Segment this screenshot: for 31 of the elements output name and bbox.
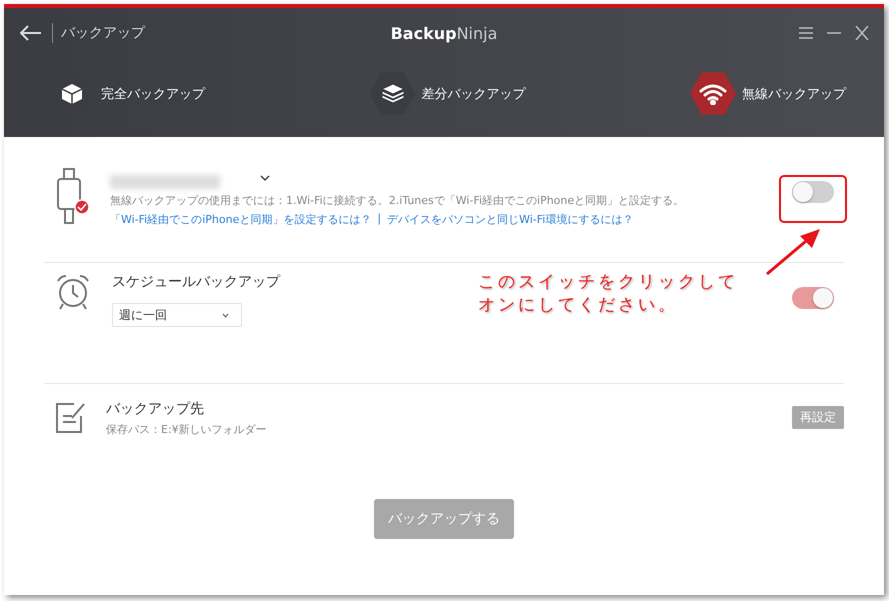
app-title: BackupNinja bbox=[390, 24, 498, 42]
menu-icon bbox=[798, 26, 814, 40]
page-title: バックアップ bbox=[61, 24, 145, 42]
schedule-toggle[interactable] bbox=[792, 287, 834, 309]
edit-note-icon bbox=[54, 400, 86, 434]
chevron-down-icon bbox=[222, 312, 229, 318]
close-button[interactable] bbox=[854, 26, 870, 40]
wifi-icon bbox=[699, 82, 727, 104]
section-title: バックアップ先 bbox=[106, 400, 204, 418]
frequency-dropdown[interactable]: 週に一回 bbox=[112, 303, 242, 327]
save-path-text: 保存パス：E:¥新しいフォルダー bbox=[106, 422, 268, 437]
wireless-toggle[interactable] bbox=[792, 181, 834, 203]
instructions-text: 無線バックアップの使用までには：1.Wi-Fiに接続する。2.iTunesで「Wi-Fi経由でこのiPhoneと同期」と設定する。 bbox=[110, 193, 686, 208]
close-icon bbox=[854, 26, 870, 40]
layers-icon bbox=[380, 82, 406, 106]
highlight-frame bbox=[779, 175, 847, 223]
mode-tab[interactable]: 無線バックアップ bbox=[690, 70, 846, 116]
help-link[interactable]: デバイスをパソコンと同じWi-Fi環境にするには？ bbox=[387, 212, 634, 227]
section-title: スケジュールバックアップ bbox=[112, 273, 280, 291]
help-link[interactable]: 「Wi-Fi経由でこのiPhoneと同期」を設定するには？ bbox=[110, 212, 372, 227]
back-button[interactable] bbox=[18, 23, 44, 43]
cable-check-icon bbox=[54, 167, 90, 227]
menu-button[interactable] bbox=[798, 26, 814, 40]
cube-icon bbox=[60, 82, 84, 106]
chevron-down-icon[interactable] bbox=[260, 175, 270, 181]
back-arrow-icon bbox=[20, 25, 42, 41]
link-separator: | bbox=[377, 212, 382, 227]
annotation-text: このスイッチをクリックして bbox=[478, 271, 738, 293]
annotation-text: オンにしてください。 bbox=[478, 294, 679, 316]
mode-tab[interactable]: 差分バックアップ bbox=[370, 70, 526, 116]
mode-tab[interactable]: 完全バックアップ bbox=[49, 70, 205, 116]
